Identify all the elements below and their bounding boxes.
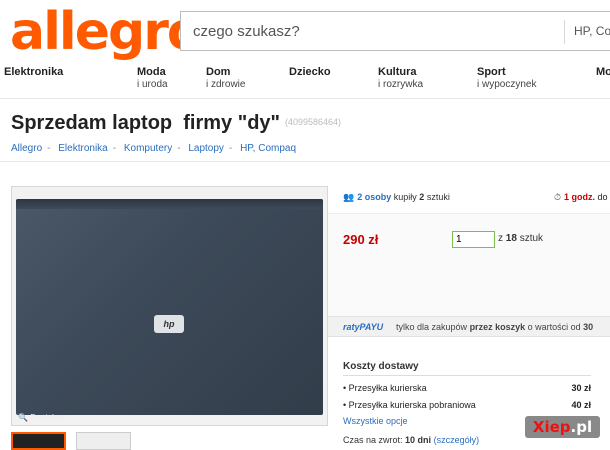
breadcrumb: Allegro - Elektronika - Komputery - Laptopy… xyxy=(11,143,296,154)
allegro-logo[interactable]: allegro xyxy=(10,4,203,60)
installments-bar: ratyPAYU tylko dla zakupów przez koszyk … xyxy=(328,316,610,337)
price-box xyxy=(328,213,610,316)
search-category-select[interactable]: HP, Co xyxy=(574,24,610,38)
magnifier-icon: 🔍 xyxy=(18,413,31,422)
breadcrumb-allegro[interactable]: Allegro xyxy=(11,143,42,154)
people-icon: 👥 xyxy=(343,192,355,202)
available-quantity: z 18 sztuk xyxy=(498,233,544,244)
ratypayu-logo: ratyPAYU xyxy=(343,322,384,332)
return-policy: Czas na zwrot: 10 dni (szczegóły) xyxy=(343,435,480,445)
nav-item-elektronika[interactable]: Elektronika xyxy=(4,66,63,79)
thumbnail-2[interactable] xyxy=(76,432,131,450)
breadcrumb-komputery[interactable]: Komputery xyxy=(124,143,172,154)
breadcrumb-elektronika[interactable]: Elektronika xyxy=(58,143,107,154)
category-nav: Elektronika Moda i uroda Dom i zdrowie Dzi… xyxy=(0,66,610,96)
installments-text: tylko dla zakupów przez koszyk o wartośc… xyxy=(396,322,594,332)
laptop-lid-edge xyxy=(16,199,323,209)
breadcrumb-laptopy[interactable]: Laptopy xyxy=(188,143,224,154)
zoom-button[interactable]: 🔍 Powiększ xyxy=(18,413,64,422)
all-options-link[interactable]: Wszystkie opcje xyxy=(343,416,408,426)
breadcrumb-separator: - xyxy=(228,143,233,154)
shipping-row: • Przesyłka kurierska pobraniowa 40 zł xyxy=(343,400,591,410)
shipping-divider xyxy=(343,375,591,376)
nav-item-sport[interactable]: Sport i wypoczynek xyxy=(477,66,536,90)
search-input[interactable]: czego szukasz? xyxy=(193,23,300,40)
product-photo[interactable]: hp xyxy=(16,199,323,415)
breadcrumb-divider xyxy=(0,161,610,162)
shipping-row: • Przesyłka kurierska 30 zł xyxy=(343,383,591,393)
buyers-link[interactable]: 2 osoby xyxy=(357,192,391,202)
offer-id: (4099586464) xyxy=(285,117,342,127)
nav-item-moda[interactable]: Moda i uroda xyxy=(137,66,168,90)
breadcrumb-separator: - xyxy=(112,143,117,154)
price: 290 zł xyxy=(343,232,379,247)
watermark: Xiep.pl xyxy=(525,416,600,438)
clock-icon: ⏱ xyxy=(554,192,562,202)
return-details-link[interactable]: (szczegóły) xyxy=(434,435,480,445)
product-gallery: hp 🔍 Powiększ xyxy=(11,186,328,426)
search-divider xyxy=(564,20,565,44)
nav-item-kultura[interactable]: Kultura i rozrywka xyxy=(378,66,423,90)
hp-logo: hp xyxy=(154,315,184,333)
breadcrumb-hp-compaq[interactable]: HP, Compaq xyxy=(240,143,296,154)
search-bar[interactable]: czego szukasz? HP, Co xyxy=(180,11,610,51)
thumbnail-1[interactable] xyxy=(11,432,66,450)
buyers-info: 👥 2 osoby kupiły 2 sztuki xyxy=(343,192,450,202)
nav-item-dom[interactable]: Dom i zdrowie xyxy=(206,66,245,90)
breadcrumb-separator: - xyxy=(177,143,181,154)
time-left: ⏱ 1 godz. do xyxy=(554,192,608,202)
quantity-input[interactable] xyxy=(452,231,495,248)
shipping-heading: Koszty dostawy xyxy=(343,361,419,372)
nav-divider xyxy=(0,98,610,99)
nav-item-more[interactable]: Mo xyxy=(596,66,610,79)
nav-item-dziecko[interactable]: Dziecko xyxy=(289,66,331,79)
page-title: Sprzedam laptop firmy "dy" xyxy=(11,112,281,134)
breadcrumb-separator: - xyxy=(47,143,51,154)
